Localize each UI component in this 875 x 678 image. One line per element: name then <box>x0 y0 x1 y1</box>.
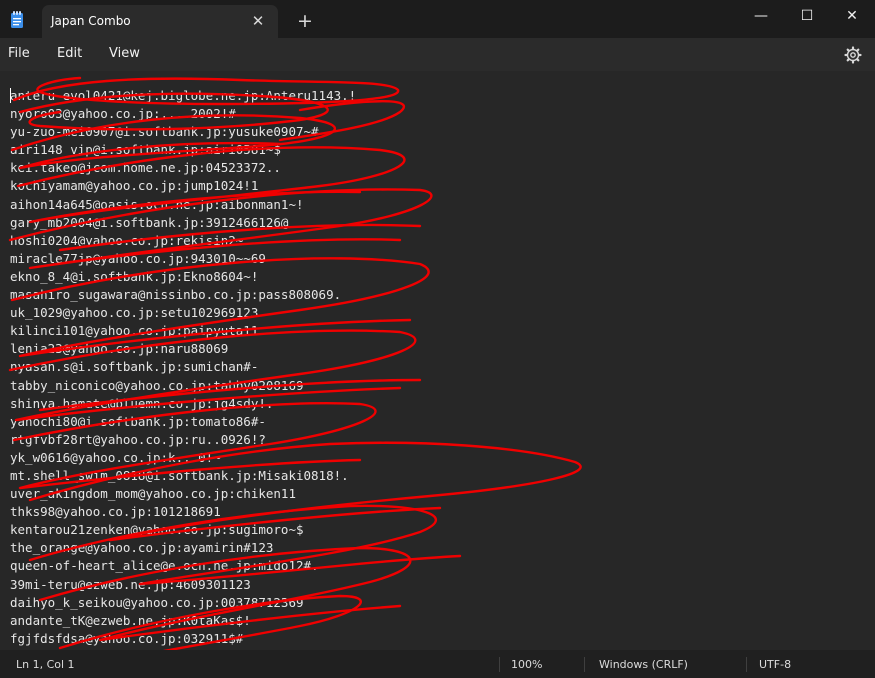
title-bar: Japan Combo ✕ + — ☐ ✕ <box>0 0 875 39</box>
text-line: thks98@yahoo.co.jp:101218691 <box>10 504 221 520</box>
text-line: miracle77jp@yahoo.co.jp:943010~~69 <box>10 250 266 266</box>
text-line: uk_1029@yahoo.co.jp:setu102969123 <box>10 305 259 321</box>
text-line: daihyo_k_seikou@yahoo.co.jp:00378712369 <box>10 594 304 610</box>
text-line: yu-zuo-mei0907@i.softbank.jp:yusuke0907~… <box>10 124 319 140</box>
text-line: gary_mb2004@i.softbank.jp:3912466126@ <box>10 214 289 230</box>
text-line: kochiyamam@yahoo.co.jp:jump1024!1 <box>10 178 259 194</box>
text-line: 39mi-teru@ezweb.ne.jp:4609301123 <box>10 576 251 592</box>
text-line: airi148_vip@i.softbank.jp:airi0581~$ <box>10 142 281 158</box>
zoom-level[interactable]: 100% <box>511 658 542 671</box>
status-divider <box>746 657 747 672</box>
menu-bar: File Edit View <box>0 38 875 71</box>
text-line: mt.shell_swim_0818@i.softbank.jp:Misaki0… <box>10 467 349 483</box>
text-line: ekno_8_4@i.softbank.jp:Ekno8604~! <box>10 268 259 284</box>
maximize-button[interactable]: ☐ <box>784 0 830 32</box>
text-line: kilinci101@yahoo.co.jp:paipyuta11. <box>10 323 266 339</box>
gear-icon[interactable] <box>843 45 863 65</box>
text-line: aihon14a645@oasis.ocn.ne.jp:aibonman1~! <box>10 196 304 212</box>
document-text: anteru-evol0421@kej.biglobe.ne.jp:Anteru… <box>10 87 356 648</box>
text-editor[interactable]: anteru-evol0421@kej.biglobe.ne.jp:Anteru… <box>0 71 875 646</box>
text-line: shinya.hamate@bluemn.co.jp:jg4sdy!. <box>10 395 274 411</box>
menu-file[interactable]: File <box>8 46 30 61</box>
text-line: anteru-evol0421@kej.biglobe.ne.jp:Anteru… <box>10 88 357 103</box>
status-divider <box>584 657 585 672</box>
text-line: lenia23@yahoo.co.jp:naru88069 <box>10 341 229 357</box>
cursor-position: Ln 1, Col 1 <box>16 658 75 671</box>
text-line: rtgfvbf28rt@yahoo.co.jp:ru..0926!? <box>10 431 266 447</box>
text-line: yanochi80@i.softbank.jp:tomato86#- <box>10 413 266 429</box>
text-line: kentarou21zenken@yahoo.co.jp:sugimoro~$ <box>10 522 304 538</box>
new-tab-button[interactable]: + <box>294 10 316 32</box>
status-bar: Ln 1, Col 1 100% Windows (CRLF) UTF-8 <box>0 650 875 678</box>
menu-edit[interactable]: Edit <box>57 46 82 61</box>
text-line: masahiro_sugawara@nissinbo.co.jp:pass808… <box>10 287 342 303</box>
text-line: hoshi0204@yahoo.co.jp:rekisin2~ <box>10 232 244 248</box>
close-button[interactable]: ✕ <box>829 0 875 32</box>
text-line: nyasan.s@i.softbank.jp:sumichan#- <box>10 359 259 375</box>
text-line: kei.takeo@jcom.home.ne.jp:04523372.. <box>10 160 281 176</box>
tab-close-icon[interactable]: ✕ <box>248 11 268 31</box>
text-line: the_orange@yahoo.co.jp:ayamirin#123 <box>10 540 274 556</box>
notepad-icon <box>11 11 23 28</box>
text-line: tabby_niconico@yahoo.co.jp:tabby0208169 <box>10 377 304 393</box>
text-line: queen-of-heart_alice@e.ocn.ne.jp:mido12#… <box>10 558 319 574</box>
text-line: uver_akingdom_mom@yahoo.co.jp:chiken11 <box>10 486 296 502</box>
tab-title: Japan Combo <box>51 14 131 28</box>
text-line: yk_w0616@yahoo.co.jp:k...0!~ <box>10 449 221 465</box>
text-line: fgjfdsfdsa@yahoo.co.jp:032911$# <box>10 630 244 646</box>
menu-view[interactable]: View <box>109 46 140 61</box>
encoding[interactable]: UTF-8 <box>759 658 791 671</box>
text-line: nyoro03@yahoo.co.jp:....2002!# <box>10 106 236 122</box>
text-line: andante_tK@ezweb.ne.jp:K0taKas$! <box>10 612 251 628</box>
minimize-button[interactable]: — <box>738 0 784 32</box>
line-ending[interactable]: Windows (CRLF) <box>599 658 688 671</box>
status-divider <box>499 657 500 672</box>
document-tab[interactable]: Japan Combo ✕ <box>42 5 278 39</box>
text-caret <box>10 88 11 103</box>
